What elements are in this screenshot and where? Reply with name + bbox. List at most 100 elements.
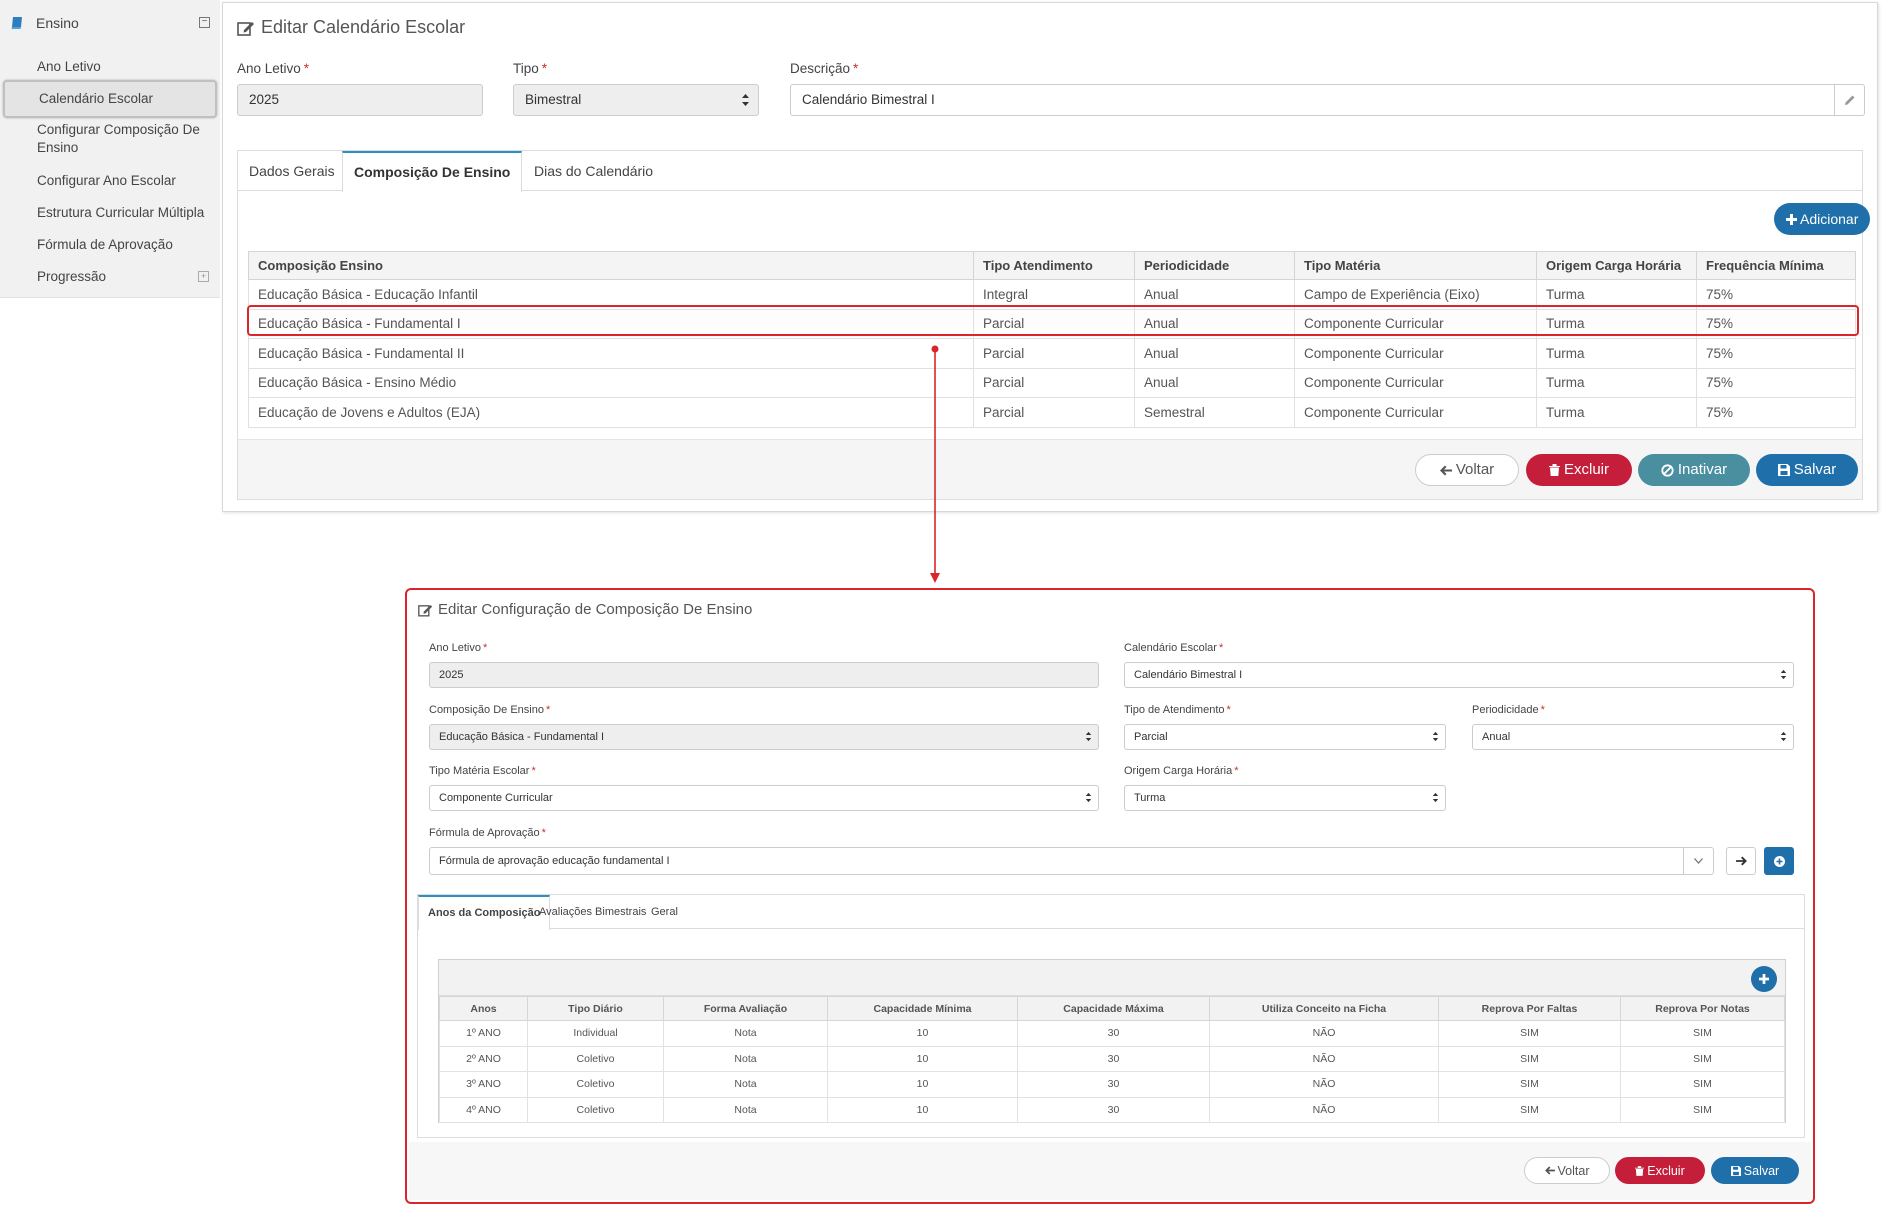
table-cell: 3º ANO [439, 1071, 528, 1098]
column-header[interactable]: Frequência Mínima [1696, 251, 1856, 280]
tab-dados-gerais[interactable]: Dados Gerais [238, 151, 346, 191]
composition-edit-panel: Editar Configuração de Composição De Ens… [405, 588, 1815, 1204]
sidebar-item-calendario-escolar[interactable]: Calendário Escolar [3, 80, 217, 118]
column-header[interactable]: Capacidade Mínima [827, 996, 1018, 1021]
save-button[interactable]: Salvar [1711, 1157, 1799, 1184]
table-row[interactable]: 4º ANO Coletivo Nota 10 30 NÃO SIM SIM [439, 1096, 1785, 1123]
sidebar-item-label: Calendário Escolar [39, 91, 154, 106]
table-cell: SIM [1620, 1045, 1785, 1072]
table-cell: Educação Básica - Fundamental II [248, 338, 974, 369]
table-row[interactable]: 3º ANO Coletivo Nota 10 30 NÃO SIM SIM [439, 1071, 1785, 1098]
descricao-label: Descrição * [790, 61, 859, 76]
calendario-select[interactable]: Calendário Bimestral I [1124, 662, 1794, 688]
table-cell: 75% [1696, 367, 1856, 398]
add-ano-button[interactable] [1751, 966, 1777, 992]
periodicidade-select[interactable]: Anual [1472, 724, 1794, 750]
sidebar-item-label: Ano Letivo [37, 59, 101, 74]
back-button[interactable]: Voltar [1524, 1157, 1610, 1184]
column-header[interactable]: Capacidade Máxima [1017, 996, 1210, 1021]
sidebar-item-label: Configurar Composição De Ensino [37, 122, 200, 155]
ano-letivo-input[interactable]: 2025 [429, 662, 1099, 688]
tipo-atendimento-label: Tipo de Atendimento * [1124, 704, 1231, 716]
column-header[interactable]: Tipo Matéria [1294, 251, 1537, 280]
tab-dias-calendario[interactable]: Dias do Calendário [523, 151, 664, 191]
edit-icon [418, 604, 433, 616]
table-cell: Coletivo [527, 1096, 664, 1123]
add-button[interactable]: Adicionar [1774, 203, 1871, 235]
tab-geral[interactable]: Geral [642, 895, 687, 929]
origem-carga-select[interactable]: Turma [1124, 785, 1446, 811]
composition-title: Editar Configuração de Composição De Ens… [418, 601, 752, 618]
expand-icon[interactable]: + [198, 271, 209, 282]
sidebar-item-estrutura-curricular[interactable]: Estrutura Curricular Múltipla [3, 204, 217, 222]
column-header[interactable]: Reprova Por Faltas [1438, 996, 1621, 1021]
table-cell: SIM [1620, 1020, 1785, 1047]
tipo-materia-label: Tipo Matéria Escolar * [429, 765, 536, 777]
ano-letivo-input[interactable]: 2025 [237, 84, 483, 116]
inactivate-button[interactable]: Inativar [1638, 454, 1750, 486]
column-header[interactable]: Forma Avaliação [663, 996, 828, 1021]
collapse-icon[interactable]: − [199, 17, 210, 28]
table-row[interactable]: Educação Básica - Fundamental II Parcial… [248, 338, 1856, 369]
table-row[interactable]: Educação de Jovens e Adultos (EJA) Parci… [248, 397, 1856, 428]
table-cell: SIM [1438, 1045, 1621, 1072]
pencil-icon[interactable] [1834, 85, 1864, 115]
sidebar-item-label: Fórmula de Aprovação [37, 237, 173, 252]
sidebar-item-configurar-composicao[interactable]: Configurar Composição De Ensino [3, 121, 217, 157]
table-cell: Componente Curricular [1294, 338, 1537, 369]
periodicidade-label: Periodicidade * [1472, 704, 1545, 716]
formula-select[interactable]: Fórmula de aprovação educação fundamenta… [429, 847, 1714, 875]
delete-button[interactable]: Excluir [1526, 454, 1632, 486]
table-cell: Turma [1536, 397, 1697, 428]
table-row[interactable]: Educação Básica - Ensino Médio Parcial A… [248, 367, 1856, 398]
table-cell: 10 [827, 1096, 1018, 1123]
column-header[interactable]: Utiliza Conceito na Ficha [1209, 996, 1439, 1021]
table-cell: Educação Básica - Ensino Médio [248, 367, 974, 398]
sidebar-section-ensino[interactable]: Ensino − [0, 10, 220, 36]
sidebar-item-formula-aprovacao[interactable]: Fórmula de Aprovação [3, 236, 217, 254]
table-cell: 2º ANO [439, 1045, 528, 1072]
tipo-materia-select[interactable]: Componente Curricular [429, 785, 1099, 811]
add-formula-button[interactable] [1764, 847, 1794, 875]
back-button[interactable]: Voltar [1415, 454, 1519, 486]
chevron-down-icon[interactable] [1683, 848, 1713, 874]
table-row[interactable]: Educação Básica - Educação Infantil Inte… [248, 279, 1856, 310]
table-row-selected[interactable]: Educação Básica - Fundamental I Parcial … [248, 308, 1856, 339]
ano-letivo-label: Ano Letivo * [237, 61, 310, 76]
table-cell: Parcial [973, 367, 1135, 398]
column-header[interactable]: Tipo Diário [527, 996, 664, 1021]
grid-toolbar [439, 960, 1785, 996]
table-row[interactable]: 1º ANO Individual Nota 10 30 NÃO SIM SIM [439, 1020, 1785, 1047]
save-button[interactable]: Salvar [1756, 454, 1858, 486]
table-cell: Anual [1134, 338, 1295, 369]
go-to-formula-button[interactable] [1726, 847, 1756, 875]
composition-title-text: Editar Configuração de Composição De Ens… [438, 601, 753, 618]
table-cell: NÃO [1209, 1045, 1439, 1072]
column-header[interactable]: Composição Ensino [248, 251, 974, 280]
tipo-select[interactable]: Bimestral [513, 84, 759, 116]
column-header[interactable]: Origem Carga Horária [1536, 251, 1697, 280]
sidebar-item-configurar-ano-escolar[interactable]: Configurar Ano Escolar [3, 172, 217, 190]
table-cell: SIM [1438, 1096, 1621, 1123]
table-cell: Componente Curricular [1294, 308, 1537, 339]
table-cell: Nota [663, 1096, 828, 1123]
delete-button[interactable]: Excluir [1615, 1157, 1705, 1184]
column-header[interactable]: Reprova Por Notas [1620, 996, 1785, 1021]
sidebar-item-label: Progressão [37, 269, 107, 284]
column-header[interactable]: Anos [439, 996, 528, 1021]
tab-composicao-ensino[interactable]: Composição De Ensino [342, 151, 523, 192]
sidebar-item-ano-letivo[interactable]: Ano Letivo [3, 58, 217, 76]
anos-table: Anos Tipo Diário Forma Avaliação Capacid… [439, 996, 1785, 1123]
sidebar-item-progressao[interactable]: Progressão + [3, 268, 217, 286]
tab-bar: Dados Gerais Composição De Ensino Dias d… [238, 151, 1862, 192]
descricao-input[interactable]: Calendário Bimestral I [790, 84, 1865, 116]
floppy-icon [1777, 464, 1790, 476]
table-cell: Individual [527, 1020, 664, 1047]
table-cell: Componente Curricular [1294, 397, 1537, 428]
table-row[interactable]: 2º ANO Coletivo Nota 10 30 NÃO SIM SIM [439, 1045, 1785, 1072]
column-header[interactable]: Periodicidade [1134, 251, 1295, 280]
column-header[interactable]: Tipo Atendimento [973, 251, 1135, 280]
composicao-select[interactable]: Educação Básica - Fundamental I [429, 724, 1099, 750]
tipo-atendimento-select[interactable]: Parcial [1124, 724, 1446, 750]
tab-avaliacoes-bimestrais[interactable]: Avaliações Bimestrais [530, 895, 655, 929]
